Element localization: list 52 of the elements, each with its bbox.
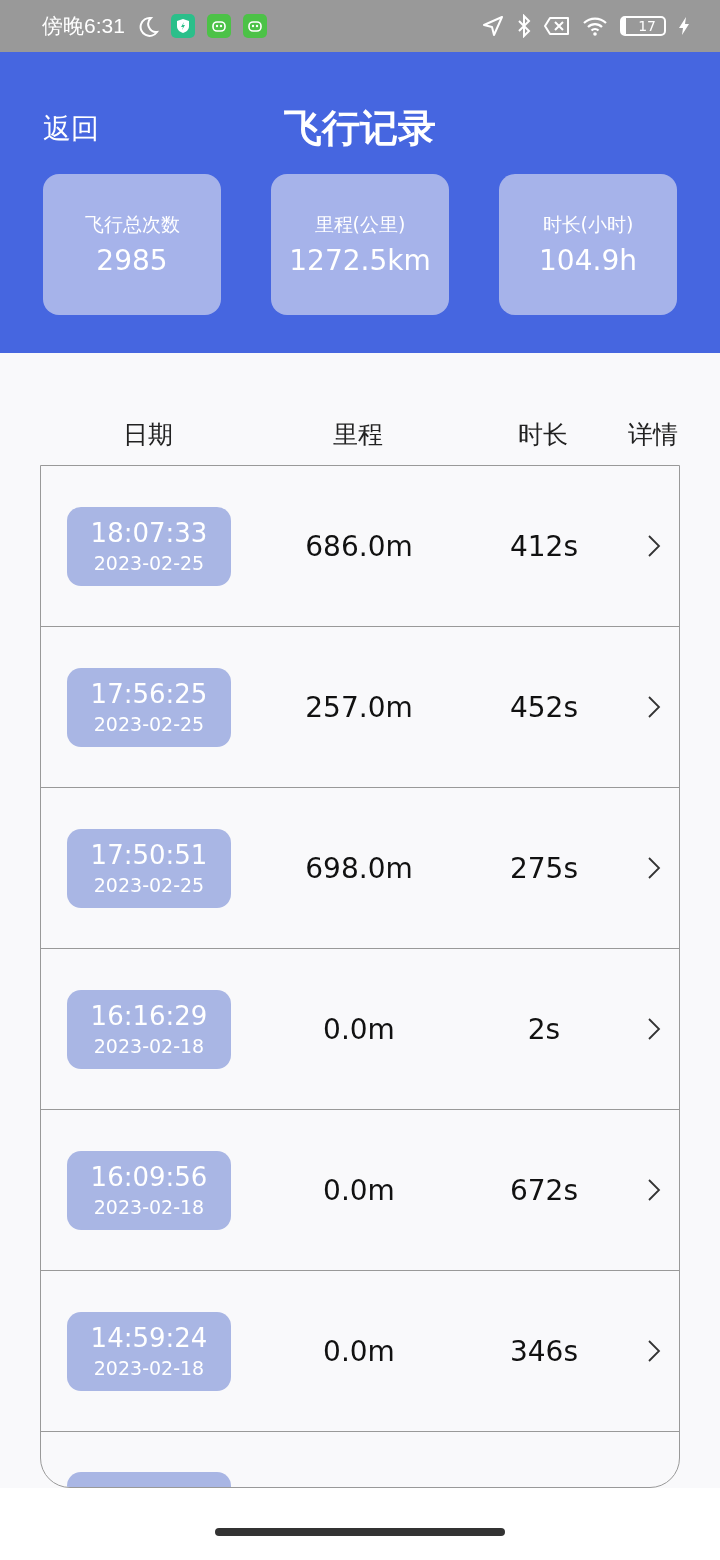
battery-indicator: 17 — [620, 16, 666, 36]
stat-value: 2985 — [96, 244, 168, 277]
record-time: 14:59:24 — [90, 1323, 208, 1353]
distance-cell-text: 0.0m — [322, 1012, 396, 1046]
duration-cell-text: 2s — [526, 1012, 562, 1046]
duration-cell-text: 452s — [509, 690, 579, 724]
stat-label: 飞行总次数 — [84, 212, 180, 237]
column-header: 里程 — [332, 418, 384, 451]
page-title: 飞行记录 — [284, 104, 436, 152]
shield-app-icon — [170, 14, 195, 38]
location-arrow-icon — [482, 15, 505, 37]
chevron-right-icon[interactable] — [647, 695, 661, 719]
record-date: 2023-02-18 — [93, 1196, 205, 1218]
record-time: 16:09:56 — [90, 1162, 208, 1192]
distance-cell-text: 257.0m — [304, 690, 414, 724]
distance-cell-text: 0.0m — [322, 1173, 396, 1207]
distance-cell-text: 698.0m — [304, 851, 414, 885]
record-date: 2023-02-18 — [93, 1035, 205, 1057]
duration-cell-text: 346s — [509, 1334, 579, 1368]
record-time: 17:56:25 — [90, 679, 208, 709]
chevron-right-icon[interactable] — [647, 534, 661, 558]
record-time: 17:50:51 — [90, 840, 208, 870]
distance-cell-text: 0.0m — [322, 1334, 396, 1368]
column-header: 详情 — [627, 418, 679, 451]
clock-time: 傍晚6:31 — [42, 13, 125, 39]
record-time: 16:16:29 — [90, 1001, 208, 1031]
record-date: 2023-02-25 — [93, 713, 205, 735]
stat-label: 里程(公里) — [314, 212, 406, 237]
record-date: 2023-02-25 — [93, 552, 205, 574]
record-time: 18:07:33 — [90, 518, 208, 548]
charging-bolt-icon — [678, 16, 690, 36]
column-header: 日期 — [122, 418, 174, 451]
bluetooth-icon — [516, 14, 533, 38]
back-link[interactable]: 返回 — [43, 110, 99, 148]
record-date: 2023-02-25 — [93, 874, 205, 896]
robot-app-icon — [206, 14, 231, 38]
stat-value: 1272.5km — [289, 244, 431, 277]
stat-label: 时长(小时) — [542, 212, 634, 237]
distance-cell-text: 686.0m — [304, 529, 414, 563]
duration-cell-text: 412s — [509, 529, 579, 563]
chevron-right-icon[interactable] — [647, 856, 661, 880]
sim-off-icon — [544, 16, 571, 36]
chevron-right-icon[interactable] — [647, 1339, 661, 1363]
column-header: 时长 — [517, 418, 569, 451]
chevron-right-icon[interactable] — [647, 1017, 661, 1041]
record-date: 2023-02-18 — [93, 1357, 205, 1379]
robot-app-icon — [242, 14, 267, 38]
duration-cell-text: 672s — [509, 1173, 579, 1207]
stat-value: 104.9h — [539, 244, 637, 277]
wifi-icon — [582, 16, 609, 36]
duration-cell-text: 275s — [509, 851, 579, 885]
chevron-right-icon[interactable] — [647, 1178, 661, 1202]
